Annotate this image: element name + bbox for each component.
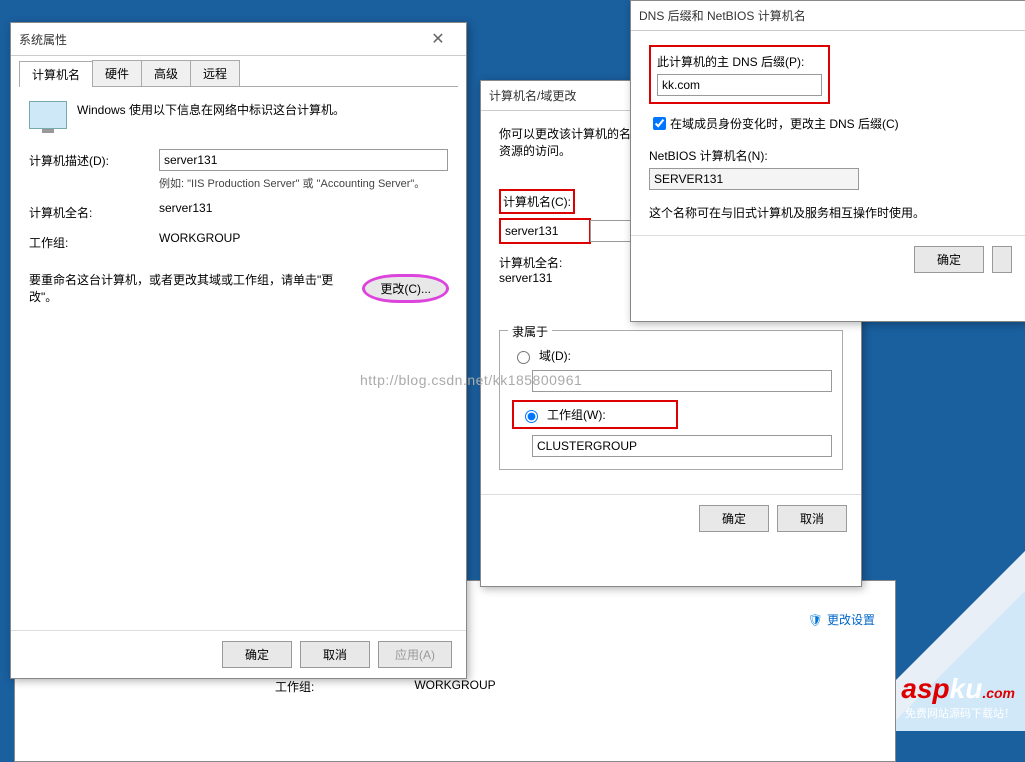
workgroup-radio[interactable] <box>525 410 538 423</box>
aspku-logo-block: aspku.com 免费网站源码下载站！ <box>901 673 1015 721</box>
primary-suffix-input[interactable] <box>657 74 822 96</box>
rename-text: 要重命名这台计算机，或者更改其域或工作组，请单击"更改"。 <box>29 271 353 305</box>
logo-sub: 免费网站源码下载站！ <box>901 705 1015 721</box>
change-suffix-checkbox[interactable] <box>653 117 666 130</box>
workgroup-label: 工作组: <box>29 231 159 251</box>
tab-hardware[interactable]: 硬件 <box>92 60 142 86</box>
fullname-label: 计算机全名: <box>29 201 159 221</box>
partial-button[interactable] <box>992 246 1012 273</box>
member-of-label: 隶属于 <box>508 323 552 340</box>
netbios-input <box>649 168 859 190</box>
primary-suffix-label: 此计算机的主 DNS 后缀(P): <box>657 53 822 70</box>
titlebar: 系统属性 ✕ <box>11 23 466 56</box>
ok-button[interactable]: 确定 <box>914 246 984 273</box>
tab-remote[interactable]: 远程 <box>190 60 240 86</box>
shield-icon: 🛡 <box>808 613 823 627</box>
bg-workgroup-value: WORKGROUP <box>414 678 495 695</box>
workgroup-radio-label: 工作组(W): <box>547 406 606 423</box>
system-properties-dialog: 系统属性 ✕ 计算机名 硬件 高级 远程 Windows 使用以下信息在网络中标… <box>10 22 467 679</box>
dns-suffix-dialog: DNS 后缀和 NetBIOS 计算机名 此计算机的主 DNS 后缀(P): 在… <box>630 0 1025 322</box>
desc-hint: 例如: "IIS Production Server" 或 "Accountin… <box>159 175 448 191</box>
change-button[interactable]: 更改(C)... <box>363 275 448 302</box>
computer-name-label: 计算机名(C): <box>503 195 571 209</box>
change-settings-link[interactable]: 更改设置 <box>827 613 875 627</box>
tab-computer-name[interactable]: 计算机名 <box>19 61 93 87</box>
workgroup-input[interactable] <box>532 435 832 457</box>
tab-strip: 计算机名 硬件 高级 远程 <box>19 60 458 87</box>
domain-radio[interactable] <box>517 351 530 364</box>
logo-a: asp <box>901 673 949 704</box>
watermark-text: http://blog.csdn.net/kk185800961 <box>360 372 582 388</box>
titlebar: DNS 后缀和 NetBIOS 计算机名 <box>631 1 1025 31</box>
member-of-group: 隶属于 域(D): 工作组(W): <box>499 330 843 470</box>
workgroup-value: WORKGROUP <box>159 231 448 245</box>
computer-icon <box>29 101 67 129</box>
computer-description-input[interactable] <box>159 149 448 171</box>
window-title: 计算机名/域更改 <box>489 87 576 104</box>
cancel-button[interactable]: 取消 <box>300 641 370 668</box>
ok-button[interactable]: 确定 <box>222 641 292 668</box>
intro-text: Windows 使用以下信息在网络中标识这台计算机。 <box>77 101 345 118</box>
logo-com: .com <box>982 685 1015 701</box>
change-suffix-label: 在域成员身份变化时，更改主 DNS 后缀(C) <box>670 115 899 132</box>
close-icon[interactable]: ✕ <box>418 29 458 49</box>
window-title: 系统属性 <box>19 31 67 48</box>
bg-workgroup-label: 工作组: <box>275 678 314 695</box>
fullname-value: server131 <box>159 201 448 215</box>
tab-advanced[interactable]: 高级 <box>141 60 191 86</box>
netbios-label: NetBIOS 计算机名(N): <box>649 147 1008 164</box>
ok-button[interactable]: 确定 <box>699 505 769 532</box>
apply-button: 应用(A) <box>378 641 452 668</box>
netbios-note: 这个名称可在与旧式计算机及服务相互操作时使用。 <box>649 204 1008 221</box>
cancel-button[interactable]: 取消 <box>777 505 847 532</box>
domain-label: 域(D): <box>539 347 571 364</box>
window-title: DNS 后缀和 NetBIOS 计算机名 <box>639 7 806 24</box>
computer-name-input[interactable] <box>501 220 589 242</box>
desc-label: 计算机描述(D): <box>29 149 159 169</box>
logo-k: ku <box>950 673 983 704</box>
